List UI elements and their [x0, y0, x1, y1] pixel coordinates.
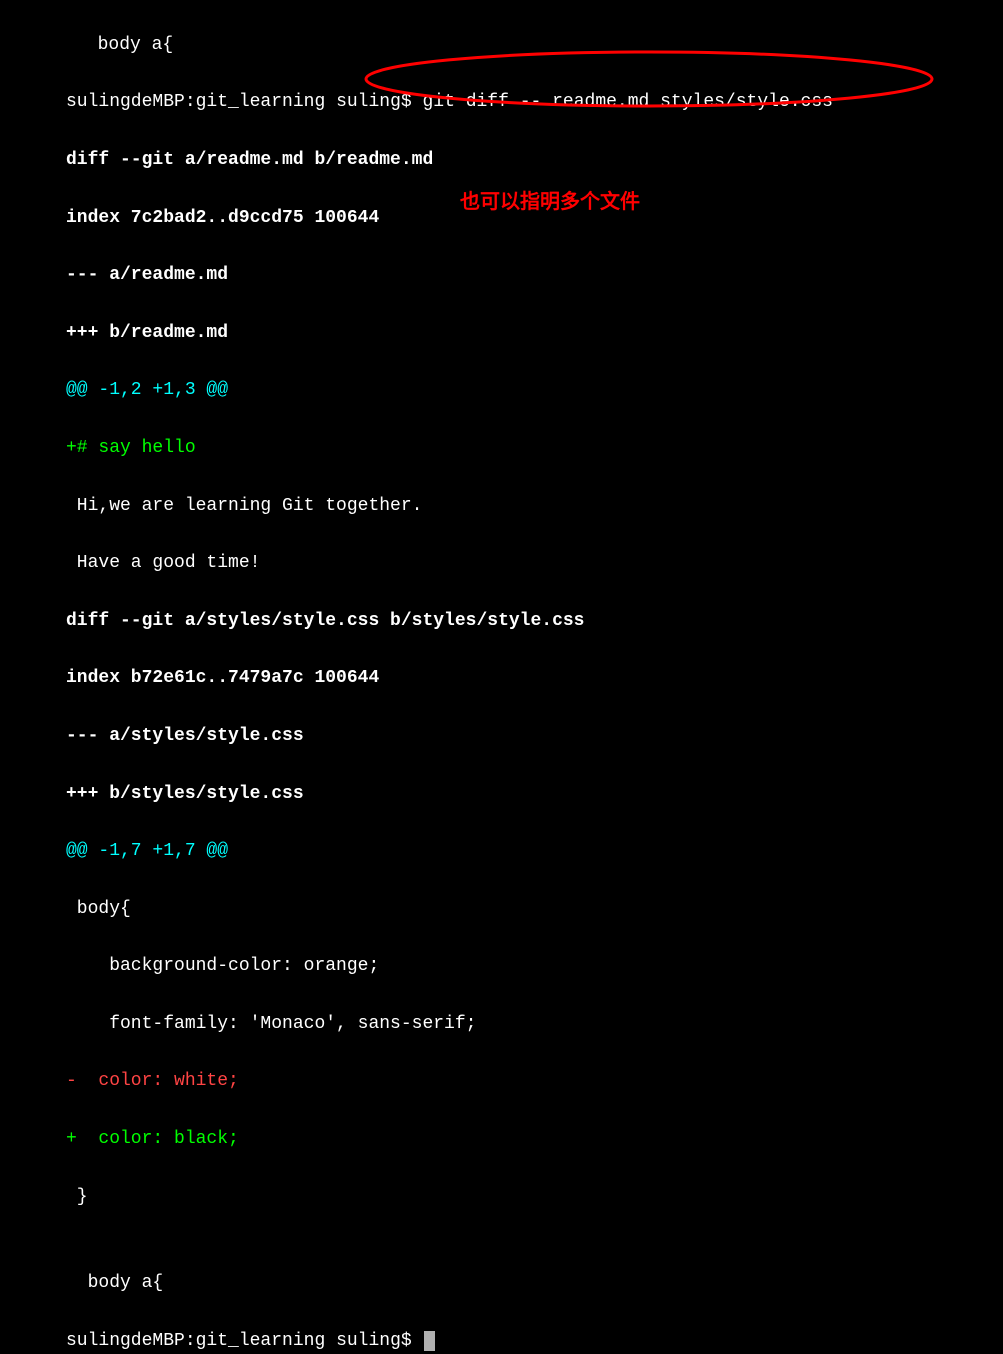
diff-context-line: }	[66, 1183, 1003, 1212]
prompt-line: sulingdeMBP:git_learning suling$	[66, 1327, 1003, 1354]
prompt-path: git_learning	[196, 1331, 336, 1351]
diff-hunk-header: @@ -1,7 +1,7 @@	[66, 837, 1003, 866]
cursor-icon	[424, 1331, 435, 1351]
diff-minus-file: --- a/styles/style.css	[66, 722, 1003, 751]
diff-plus-file: +++ b/styles/style.css	[66, 780, 1003, 809]
diff-context-line: Have a good time!	[66, 549, 1003, 578]
diff-header: diff --git a/styles/style.css b/styles/s…	[66, 607, 1003, 636]
diff-add-line: +# say hello	[66, 434, 1003, 463]
code-line: body a{	[76, 31, 1003, 60]
prompt-host: sulingdeMBP:	[66, 92, 196, 112]
prompt-user: suling$	[336, 1331, 422, 1351]
command-input: git diff -- readme.md styles/style.css	[422, 92, 832, 112]
diff-context-line: Hi,we are learning Git together.	[66, 492, 1003, 521]
prompt-user: suling$	[336, 92, 422, 112]
diff-minus-file: --- a/readme.md	[66, 261, 1003, 290]
prompt-host: sulingdeMBP:	[66, 1331, 196, 1351]
diff-hunk-header: @@ -1,2 +1,3 @@	[66, 376, 1003, 405]
diff-plus-file: +++ b/readme.md	[66, 319, 1003, 348]
prompt-path: git_learning	[196, 92, 336, 112]
diff-delete-line: - color: white;	[66, 1067, 1003, 1096]
diff-context-line: body a{	[66, 1269, 1003, 1298]
diff-index: index b72e61c..7479a7c 100644	[66, 664, 1003, 693]
diff-context-line: background-color: orange;	[66, 952, 1003, 981]
annotation-text: 也可以指明多个文件	[460, 185, 640, 214]
prompt-line: sulingdeMBP:git_learning suling$ git dif…	[66, 88, 1003, 117]
diff-context-line: body{	[66, 895, 1003, 924]
diff-context-line: font-family: 'Monaco', sans-serif;	[66, 1010, 1003, 1039]
diff-add-line: + color: black;	[66, 1125, 1003, 1154]
diff-header: diff --git a/readme.md b/readme.md	[66, 146, 1003, 175]
